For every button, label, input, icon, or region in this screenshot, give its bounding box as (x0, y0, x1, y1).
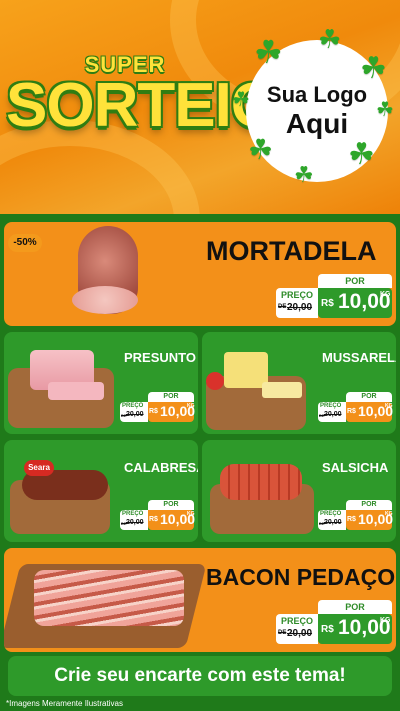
cta-banner: Crie seu encarte com este tema! (8, 656, 392, 696)
price-old-box: PREÇO DE 20,00 (318, 510, 346, 530)
product-name: BACON PEDAÇO (206, 564, 396, 590)
price-tag: POR PREÇO DE 20,00 R$ 10,00 KG (120, 500, 195, 532)
price-de-label: DE (278, 304, 287, 310)
price-old: 20,00 (287, 628, 313, 639)
footnote: *Imagens Meramente Ilustrativas (6, 699, 123, 708)
clover-icon: ☘ (232, 89, 250, 111)
price-new-box: R$ 10,00 KG (148, 402, 195, 422)
price-currency: R$ (321, 624, 334, 635)
price-por-label: POR (318, 274, 392, 288)
header-banner: SUPER SORTEIO Sua Logo Aqui ☘ ☘ ☘ ☘ ☘ ☘ … (0, 0, 400, 214)
price-unit: KG (380, 291, 391, 298)
price-old: 20,00 (126, 519, 144, 526)
price-preco-label: PREÇO (122, 403, 144, 409)
price-new-box: R$ 10,00 KG (318, 288, 392, 318)
price-old-box: PREÇO DE 20,00 (120, 402, 148, 422)
price-preco-label: PREÇO (320, 511, 342, 517)
price-old-box: PREÇO DE 20,00 (120, 510, 148, 530)
price-new-box: R$ 10,00 KG (346, 510, 393, 530)
price-por-label: POR (318, 600, 392, 614)
price-old-box: PREÇO DE 20,00 (276, 614, 318, 644)
bacon-image (34, 570, 184, 626)
price-new-box: R$ 10,00 KG (318, 614, 392, 644)
price-old: 20,00 (126, 411, 144, 418)
price-currency: R$ (149, 516, 158, 523)
price-old-box: PREÇO DE 20,00 (276, 288, 318, 318)
price-preco-label: PREÇO (320, 403, 342, 409)
brand-logo: Seara (24, 460, 54, 476)
clover-icon: ☘ (348, 138, 375, 171)
price-unit: KG (187, 511, 195, 517)
tomato-image (206, 372, 224, 390)
price-unit: KG (187, 403, 195, 409)
price-old: 20,00 (324, 411, 342, 418)
price-old-box: PREÇO DE 20,00 (318, 402, 346, 422)
clover-icon: ☘ (318, 24, 342, 54)
price-tag: POR PREÇO DE 20,00 R$ 10,00 KG (276, 600, 392, 646)
price-por-label: POR (346, 392, 392, 402)
logo-text-line1: Sua Logo (266, 82, 368, 107)
price-preco-label: PREÇO (281, 290, 314, 300)
price-unit: KG (380, 617, 391, 624)
price-tag: POR PREÇO DE 20,00 R$ 10,00 KG (318, 500, 393, 532)
product-name: PRESUNTO (124, 350, 196, 365)
logo-text-line2: Aqui (285, 108, 349, 139)
price-por-label: POR (148, 500, 194, 510)
mussarela-slice-image (262, 382, 302, 398)
clover-icon: ☘ (248, 134, 274, 165)
price-tag: POR PREÇO DE 20,00 R$ 10,00 KG (318, 392, 393, 424)
price-unit: KG (385, 511, 393, 517)
price-por-label: POR (148, 392, 194, 402)
clover-icon: ☘ (254, 34, 283, 70)
salsicha-image (220, 464, 302, 500)
price-old: 20,00 (324, 519, 342, 526)
product-name: MORTADELA (206, 236, 377, 266)
price-currency: R$ (347, 408, 356, 415)
price-tag: POR PREÇO DE 20,00 R$ 10,00 KG (120, 392, 195, 424)
price-tag: POR PREÇO DE 20,00 R$ 10,00 KG (276, 274, 392, 320)
price-currency: R$ (321, 298, 334, 309)
discount-badge: -50% (8, 234, 42, 252)
price-por-label: POR (346, 500, 392, 510)
clover-icon: ☘ (376, 99, 394, 121)
presunto-slice-image (48, 382, 104, 400)
mortadela-slice-image (72, 286, 138, 314)
price-old: 20,00 (287, 302, 313, 313)
price-de-label: DE (278, 630, 287, 636)
product-name: CALABRESA (124, 460, 198, 475)
clover-icon: ☘ (360, 52, 387, 85)
price-currency: R$ (347, 516, 356, 523)
product-name: MUSSARELA (322, 350, 396, 365)
clover-icon: ☘ (294, 162, 314, 187)
price-preco-label: PREÇO (281, 616, 314, 626)
price-new-box: R$ 10,00 KG (346, 402, 393, 422)
price-currency: R$ (149, 408, 158, 415)
product-name: SALSICHA (322, 460, 389, 475)
price-preco-label: PREÇO (122, 511, 144, 517)
price-new-box: R$ 10,00 KG (148, 510, 195, 530)
price-unit: KG (385, 403, 393, 409)
